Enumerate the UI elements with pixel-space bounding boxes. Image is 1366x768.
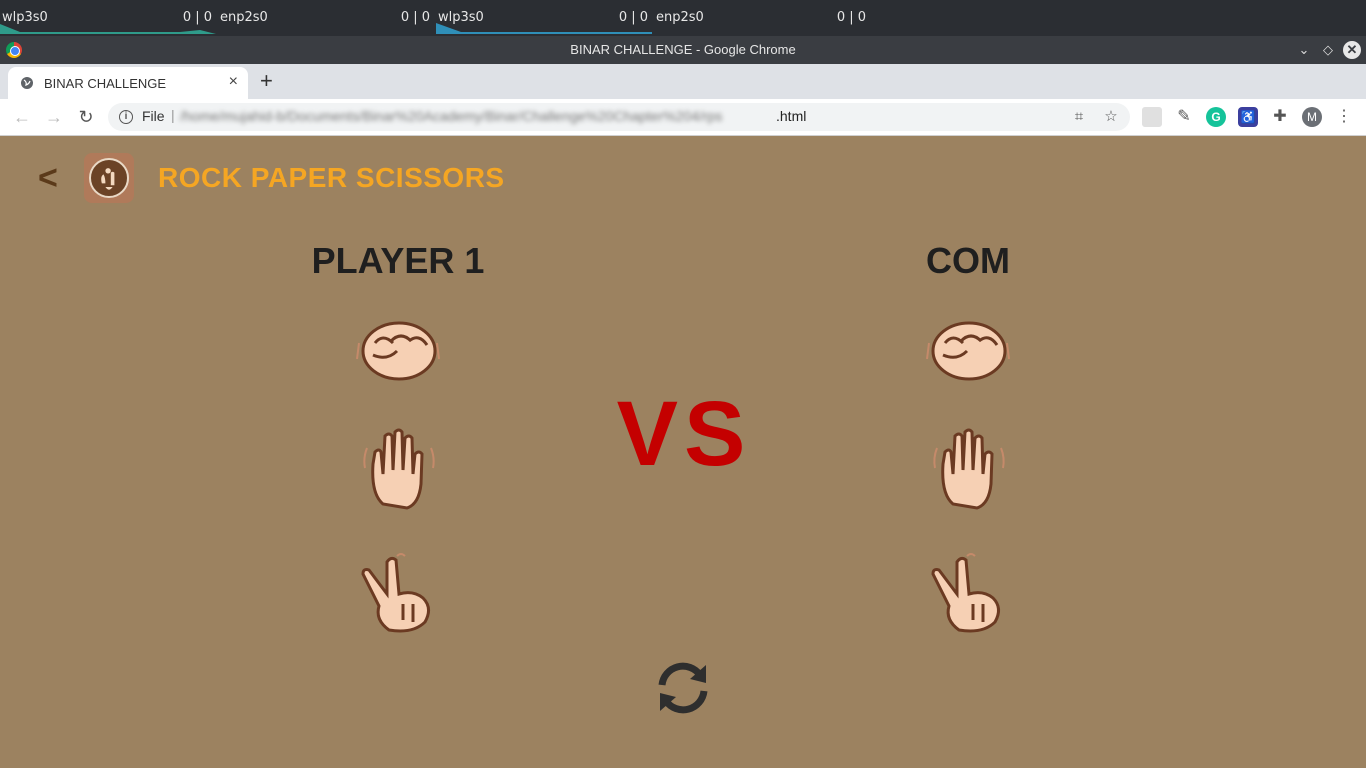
network-value: 0 | 0: [400, 10, 430, 25]
window-title-bar: BINAR CHALLENGE - Google Chrome ⌄ ◇ ✕: [0, 36, 1366, 64]
com-rock-option: [926, 321, 1010, 381]
network-value: 0 | 0: [836, 10, 866, 25]
tab-title: BINAR CHALLENGE: [44, 76, 167, 91]
network-widget: wlp3s0 0 | 0: [0, 0, 216, 36]
network-widget: enp2s0 0 | 0: [654, 0, 870, 36]
minimize-button[interactable]: ⌄: [1295, 41, 1313, 59]
player-rock-button[interactable]: [353, 303, 443, 393]
player-scissors-button[interactable]: [353, 550, 443, 640]
url-scheme-label: File: [142, 108, 165, 124]
menu-kebab-icon[interactable]: ⋮: [1334, 107, 1354, 127]
reload-icon[interactable]: ↻: [75, 106, 97, 128]
app-title: ROCK PAPER SCISSORS: [158, 162, 505, 193]
vs-label: VS: [616, 383, 752, 485]
com-scissors-option: [931, 553, 1000, 633]
network-sparkline: [436, 23, 652, 34]
forward-arrow-icon[interactable]: →: [43, 106, 65, 128]
window-title: BINAR CHALLENGE - Google Chrome: [570, 42, 796, 57]
com-paper-option: [933, 428, 1005, 510]
network-widget: wlp3s0 0 | 0: [436, 0, 652, 36]
puzzle-icon[interactable]: ✚: [1270, 107, 1290, 127]
back-arrow-icon[interactable]: ←: [11, 106, 33, 128]
tab-close-icon[interactable]: ×: [229, 73, 238, 91]
info-icon[interactable]: i: [119, 110, 133, 124]
translate-icon[interactable]: ⌗: [1070, 108, 1088, 126]
network-interface-label: enp2s0: [220, 10, 268, 25]
refresh-icon[interactable]: [654, 659, 712, 717]
grammarly-icon[interactable]: G: [1206, 107, 1226, 127]
system-top-bar: wlp3s0 0 | 0 enp2s0 0 | 0 wlp3s0 0 | 0 e…: [0, 0, 1366, 36]
network-widget: enp2s0 0 | 0: [218, 0, 434, 36]
tab-strip: BINAR CHALLENGE × +: [0, 64, 1366, 99]
player-title: PLAYER 1: [311, 240, 485, 281]
new-tab-button[interactable]: +: [260, 70, 273, 92]
url-text-blurred: /home/mujahid-b/Documents/Binar%20Academ…: [180, 108, 723, 124]
profile-avatar[interactable]: M: [1302, 107, 1322, 127]
extension-icon[interactable]: [1142, 107, 1162, 127]
eyedropper-icon[interactable]: ✎: [1174, 107, 1194, 127]
close-window-button[interactable]: ✕: [1343, 41, 1361, 59]
app-logo: [84, 153, 134, 203]
player-paper-button[interactable]: [353, 424, 443, 514]
globe-icon: [21, 77, 33, 89]
tab-binar-challenge[interactable]: BINAR CHALLENGE ×: [8, 67, 248, 99]
com-title: COM: [926, 240, 1010, 281]
accessibility-extension-icon[interactable]: ♿: [1238, 107, 1258, 127]
network-sparkline: [0, 24, 216, 34]
network-interface-label: enp2s0: [656, 10, 704, 25]
browser-toolbar: ← → ↻ i File | /home/mujahid-b/Documents…: [0, 99, 1366, 136]
bookmark-star-icon[interactable]: ☆: [1102, 108, 1120, 126]
maximize-button[interactable]: ◇: [1319, 41, 1337, 59]
url-separator: |: [171, 107, 175, 123]
address-bar[interactable]: i File | /home/mujahid-b/Documents/Binar…: [108, 103, 1130, 131]
game-page: < ROCK PAPER SCISSORS PLAYER 1 COM VS: [0, 137, 1366, 768]
back-button[interactable]: <: [38, 159, 58, 198]
logo-hands-icon: [89, 158, 129, 198]
url-text-end: .html: [776, 108, 807, 124]
